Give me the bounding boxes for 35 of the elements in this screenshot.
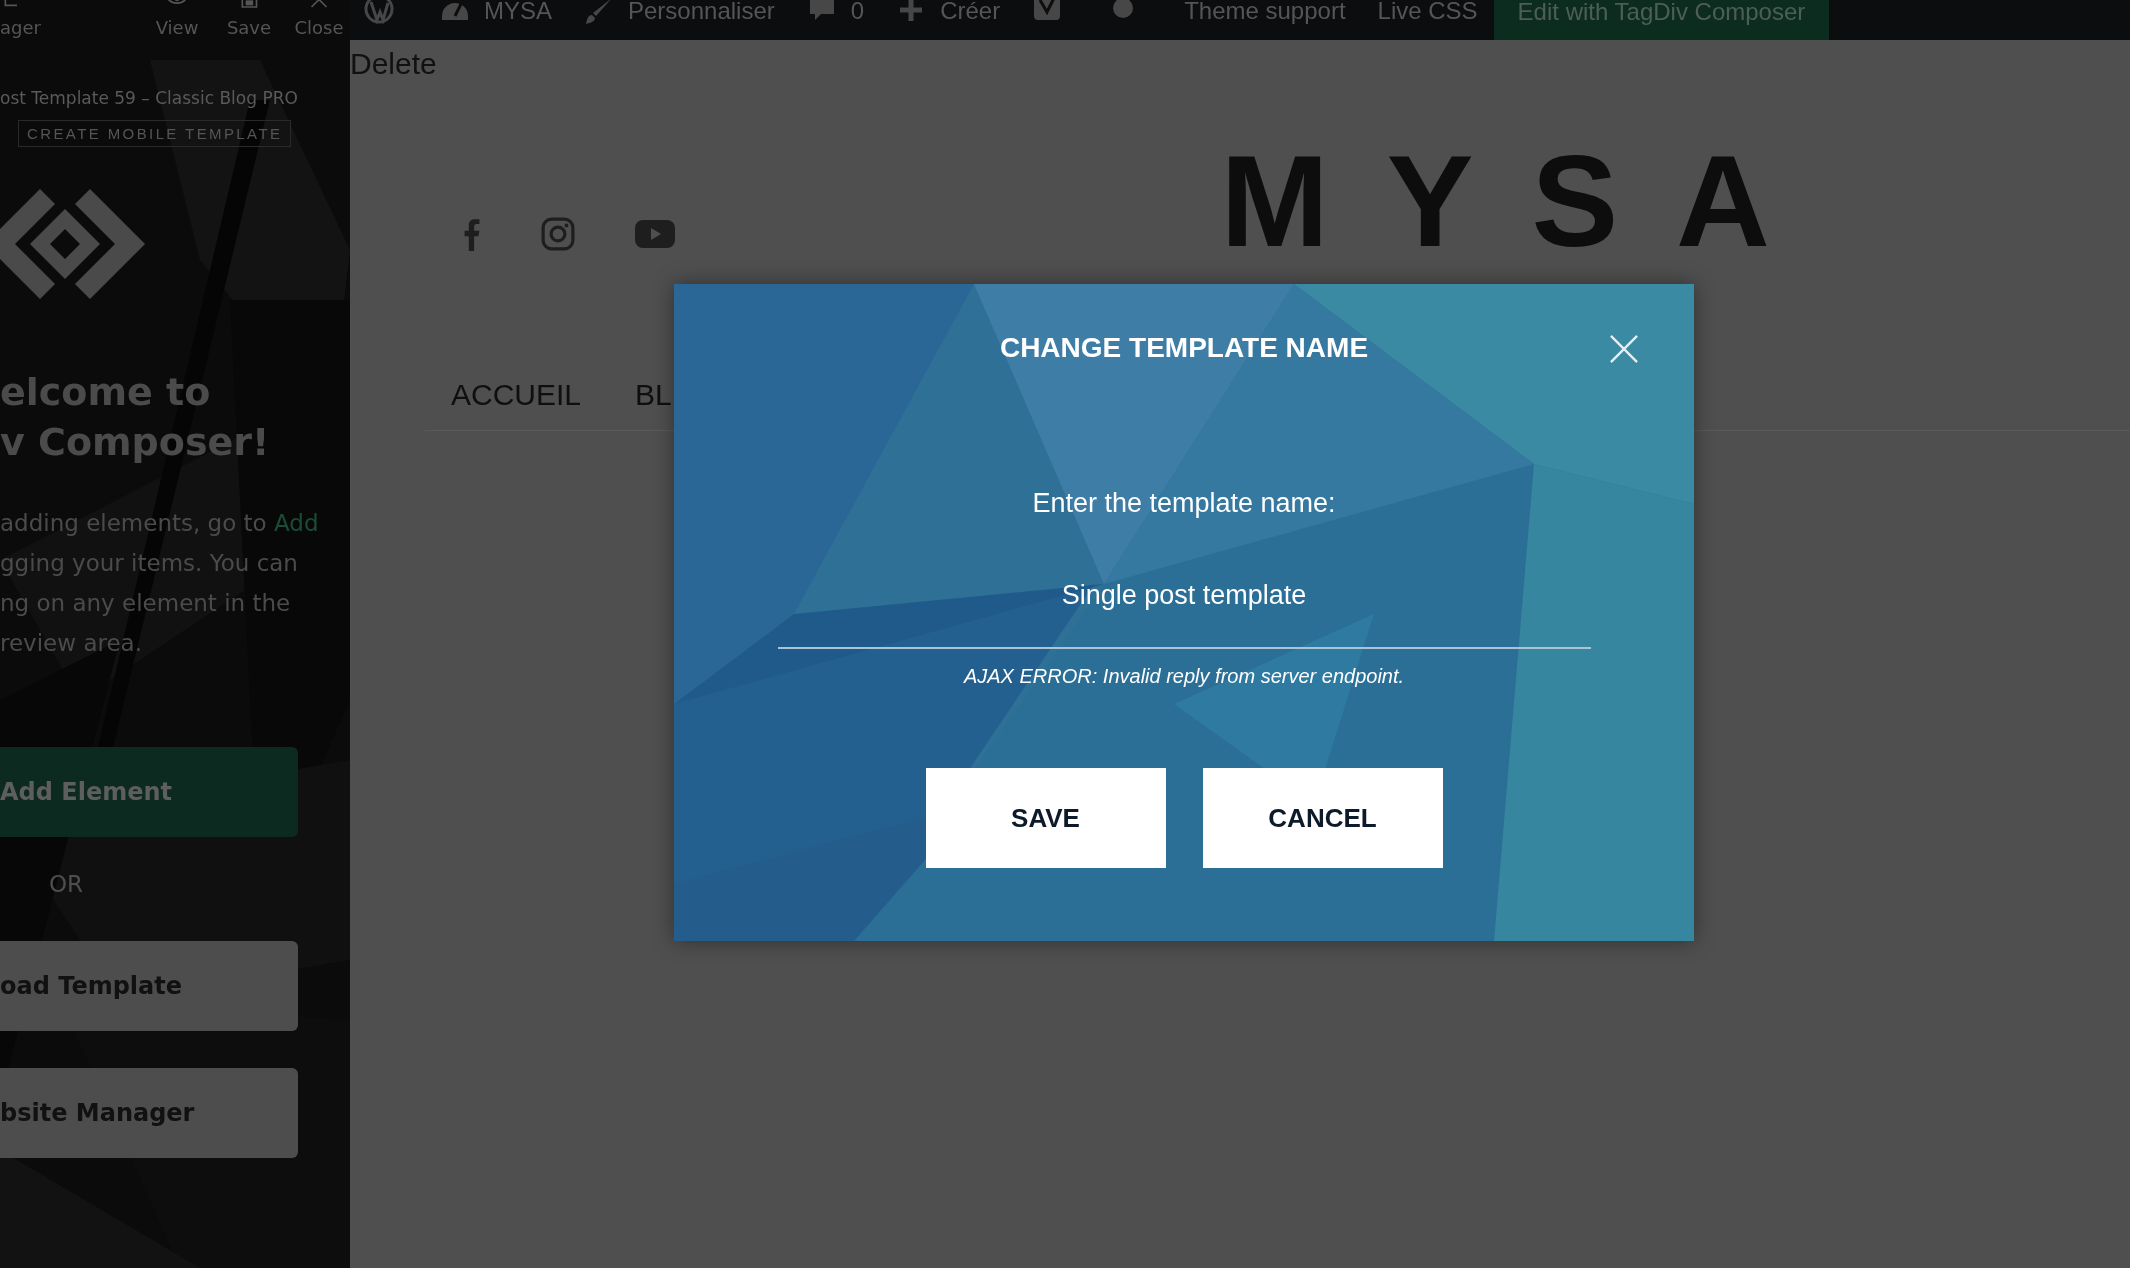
welcome-title: elcome to v Composer! bbox=[0, 369, 271, 466]
toolbar-label[interactable]: View bbox=[155, 16, 199, 40]
or-label: OR bbox=[49, 871, 85, 897]
field-label: Enter the template name: bbox=[1032, 487, 1336, 520]
admin-bar-item[interactable]: Créer bbox=[940, 0, 1001, 26]
template-name-field[interactable]: Single post template bbox=[777, 574, 1591, 649]
admin-bar-item[interactable]: Personnaliser bbox=[628, 0, 775, 26]
youtube-icon[interactable] bbox=[635, 219, 675, 249]
template-title: ost Template 59 – Classic Blog PRO bbox=[0, 88, 299, 108]
add-element-button[interactable]: Add Element bbox=[0, 747, 298, 837]
error-message: AJAX ERROR: Invalid reply from server endpoint. bbox=[963, 665, 1405, 688]
dialog-title: CHANGE TEMPLATE NAME bbox=[999, 331, 1369, 365]
instagram-icon[interactable] bbox=[541, 217, 575, 251]
admin-bar-item[interactable]: MYSA bbox=[484, 0, 552, 26]
add-link[interactable]: Add bbox=[274, 510, 319, 536]
load-template-button[interactable]: oad Template bbox=[0, 941, 298, 1031]
wordpress-icon[interactable] bbox=[364, 0, 394, 26]
admin-bar-item[interactable]: Live CSS bbox=[1377, 0, 1478, 26]
website-manager-button[interactable]: bsite Manager bbox=[0, 1068, 298, 1158]
toolbar-label[interactable]: ager bbox=[0, 16, 41, 40]
nav-link[interactable]: BL bbox=[635, 378, 672, 412]
close-icon[interactable] bbox=[1610, 335, 1638, 363]
save-button[interactable]: SAVE bbox=[925, 768, 1166, 868]
nav-link[interactable]: ACCUEIL bbox=[451, 378, 582, 412]
cancel-button[interactable]: CANCEL bbox=[1202, 768, 1443, 868]
facebook-icon[interactable] bbox=[463, 217, 481, 251]
toolbar-label[interactable]: Close bbox=[294, 16, 344, 40]
create-mobile-template-button[interactable]: CREATE MOBILE TEMPLATE bbox=[18, 120, 292, 147]
toolbar-label[interactable]: Save bbox=[226, 16, 272, 40]
site-logo: MYSA bbox=[1220, 136, 1828, 266]
intro-text: adding elements, go to Add gging your items. You can ng on any element in the review area. bbox=[0, 509, 320, 658]
admin-bar-item[interactable]: Theme support bbox=[1184, 0, 1346, 26]
delete-link[interactable]: Delete bbox=[350, 46, 437, 82]
edit-with-composer-button[interactable]: Edit with TagDiv Composer bbox=[1493, 0, 1830, 40]
admin-bar-item[interactable]: 0 bbox=[850, 0, 865, 26]
